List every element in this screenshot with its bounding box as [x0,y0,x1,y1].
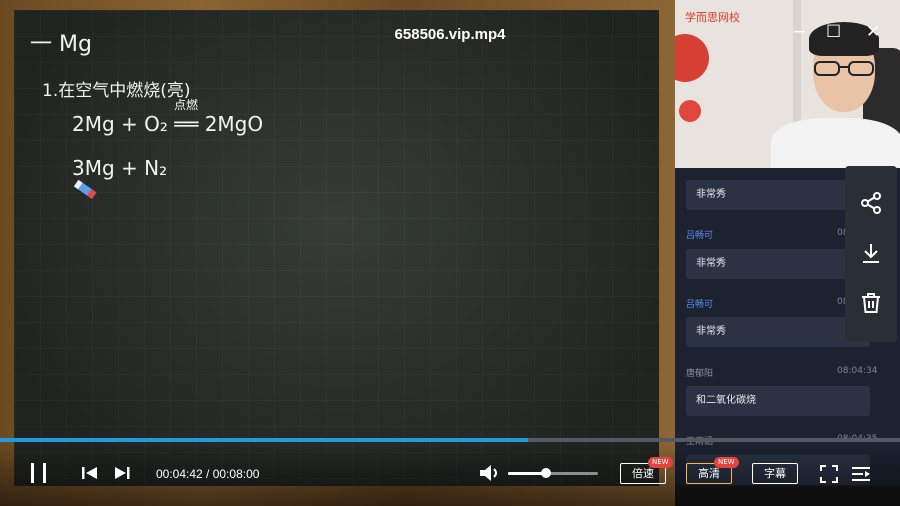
chat-message: 非常秀 [686,317,870,347]
chat-message: 非常秀 [686,249,870,279]
volume-icon[interactable] [479,464,501,482]
chat-username: 唐郁阳 [686,369,714,379]
minimize-button[interactable]: − [792,24,806,41]
playlist-icon[interactable] [851,465,871,483]
board-line-3: 3Mg + N₂ [72,156,168,180]
maximize-button[interactable]: ☐ [826,24,841,41]
board-reaction-condition: 点燃 [174,98,199,112]
board-line-1: 1.在空气中燃烧(亮) [42,81,191,101]
total-time: 00:08:00 [212,467,260,481]
school-logo: 学而思网校 [685,11,740,24]
chat-timestamp: 08:04:34 [837,366,878,376]
speed-new-badge: NEW [648,457,673,468]
playback-time: 00:04:42 / 00:08:00 [156,467,259,481]
trash-icon[interactable] [859,291,883,315]
board-line-2: 2Mg + O₂ ══ 2MgO [72,112,264,136]
previous-icon[interactable] [81,465,99,481]
chalkboard-frame: 一 Mg 1.在空气中燃烧(亮) 点燃 2Mg + O₂ ══ 2MgO 3Mg… [0,0,675,506]
time-separator: / [202,467,213,481]
glasses [814,61,874,76]
next-icon[interactable] [113,465,131,481]
fullscreen-icon[interactable] [820,465,838,483]
download-icon[interactable] [859,241,883,265]
subtitle-button[interactable]: 字幕 [752,463,798,484]
share-icon[interactable] [859,191,883,215]
chat-username: 吕畅可 [686,300,714,310]
current-time: 00:04:42 [156,467,203,481]
volume-slider[interactable] [508,468,598,478]
close-button[interactable]: ✕ [866,24,880,41]
chalk-pen-icon [73,179,97,200]
quality-new-badge: NEW [714,457,739,468]
chat-username: 吕畅可 [686,231,714,241]
chat-message: 和二氧化碳烧 [686,386,870,416]
volume-knob[interactable] [540,468,551,478]
chalkboard: 一 Mg 1.在空气中燃烧(亮) 点燃 2Mg + O₂ ══ 2MgO 3Mg… [14,10,659,486]
pause-icon[interactable] [28,462,50,484]
chat-message: 非常秀 [686,180,870,210]
side-action-panel [845,166,897,342]
